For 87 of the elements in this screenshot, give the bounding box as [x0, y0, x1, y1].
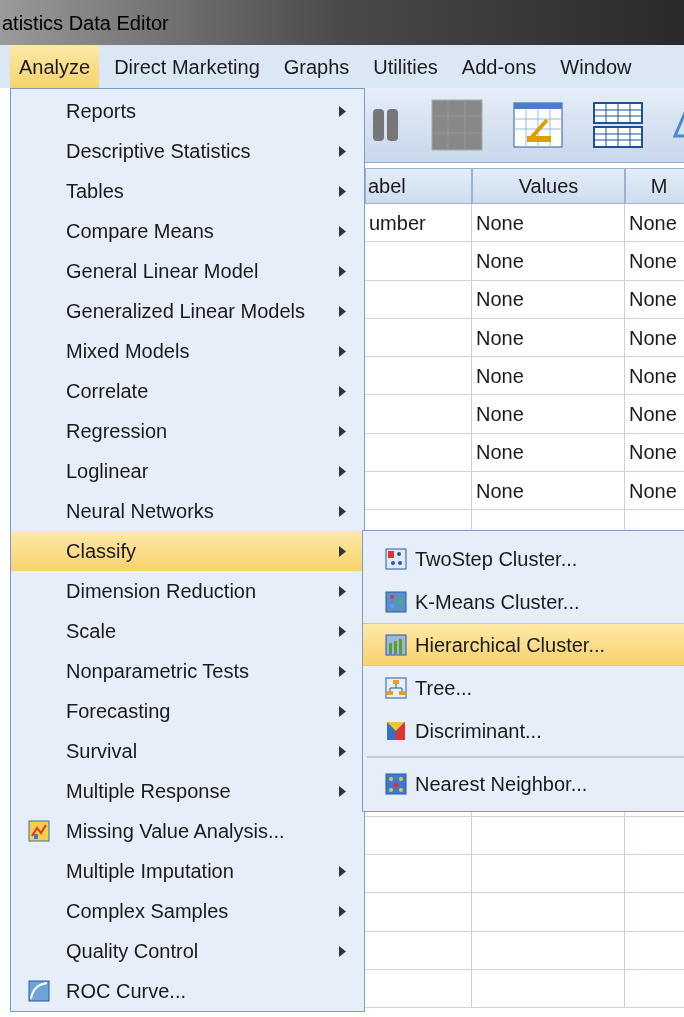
- submenu-arrow-icon: [339, 225, 346, 237]
- table-cell: None: [472, 433, 625, 473]
- menu-item[interactable]: Dimension Reduction: [11, 571, 364, 611]
- submenu-arrow-icon: [339, 145, 346, 157]
- table-cell: None: [625, 395, 684, 434]
- spreadsheet-icon[interactable]: [513, 102, 563, 148]
- menu-item[interactable]: Nearest Neighbor...: [363, 762, 684, 805]
- menu-bar-item[interactable]: Utilities: [364, 45, 447, 88]
- submenu-arrow-icon: [339, 945, 346, 957]
- menu-item[interactable]: Tables: [11, 171, 364, 211]
- table-cell: None: [472, 242, 625, 281]
- menu-item[interactable]: Multiple Response: [11, 771, 364, 811]
- menu-item[interactable]: Complex Samples: [11, 891, 364, 931]
- menu-bar-item[interactable]: Direct Marketing: [105, 45, 269, 88]
- split-icon: [385, 719, 407, 742]
- column-header[interactable]: abel: [365, 168, 472, 204]
- column-header[interactable]: M: [625, 168, 684, 204]
- menu-item[interactable]: General Linear Model: [11, 251, 364, 291]
- menu-item[interactable]: Survival: [11, 731, 364, 771]
- submenu-arrow-icon: [339, 425, 346, 437]
- menu-item[interactable]: Missing Value Analysis...: [11, 811, 364, 851]
- tree-icon: [385, 676, 407, 699]
- menu-item[interactable]: Compare Means: [11, 211, 364, 251]
- table-cell: None: [625, 472, 684, 511]
- submenu-arrow-icon: [339, 505, 346, 517]
- submenu-arrow-icon: [339, 865, 346, 877]
- submenu-arrow-icon: [339, 105, 346, 117]
- table-cell: None: [472, 472, 625, 511]
- table-cell: None: [472, 204, 625, 243]
- menu-item[interactable]: Forecasting: [11, 691, 364, 731]
- menu-item[interactable]: Neural Networks: [11, 491, 364, 531]
- table-cell: None: [625, 242, 684, 281]
- dots-icon: [385, 547, 407, 570]
- table-cell: None: [625, 357, 684, 396]
- submenu-arrow-icon: [339, 385, 346, 397]
- table-cell: None: [625, 318, 684, 358]
- menu-item[interactable]: Correlate: [11, 371, 364, 411]
- table-cell: None: [472, 280, 625, 319]
- menu-item[interactable]: K-Means Cluster...: [363, 580, 684, 623]
- curve-icon: [27, 980, 50, 1002]
- table-cell: None: [625, 433, 684, 473]
- submenu-arrow-icon: [339, 705, 346, 717]
- menu-item[interactable]: Mixed Models: [11, 331, 364, 371]
- submenu-arrow-icon: [339, 905, 346, 917]
- menu-item[interactable]: Quality Control: [11, 931, 364, 971]
- menu-item[interactable]: Tree...: [363, 666, 684, 709]
- menu-item[interactable]: Discriminant...: [363, 709, 684, 752]
- submenu-arrow-icon: [339, 345, 346, 357]
- menu-item[interactable]: Descriptive Statistics: [11, 131, 364, 171]
- table-cell: None: [625, 204, 684, 243]
- menu-item[interactable]: Regression: [11, 411, 364, 451]
- menu-item[interactable]: TwoStep Cluster...: [363, 537, 684, 580]
- menu-item[interactable]: Reports: [11, 91, 364, 131]
- chart-icon: [27, 820, 50, 842]
- window-title: atistics Data Editor: [1, 10, 169, 36]
- menu-bar-item[interactable]: Window: [551, 45, 641, 88]
- cluster-icon: [385, 590, 407, 613]
- grid-icon[interactable]: [431, 99, 483, 151]
- menu-item[interactable]: Generalized Linear Models: [11, 291, 364, 331]
- submenu-arrow-icon: [339, 305, 346, 317]
- submenu-arrow-icon: [339, 465, 346, 477]
- menu-item[interactable]: Nonparametric Tests: [11, 651, 364, 691]
- table-cell: None: [472, 357, 625, 396]
- menu-item[interactable]: Multiple Imputation: [11, 851, 364, 891]
- submenu-arrow-icon: [339, 185, 346, 197]
- submenu-arrow-icon: [339, 625, 346, 637]
- menu-item[interactable]: Hierarchical Cluster...: [363, 623, 684, 666]
- menu-bar-item[interactable]: Graphs: [274, 45, 359, 88]
- points-icon: [385, 772, 407, 795]
- table-cell: None: [625, 280, 684, 319]
- table-cell: None: [472, 318, 625, 358]
- table-icon[interactable]: [593, 102, 643, 148]
- submenu-arrow-icon: [339, 265, 346, 277]
- submenu-arrow-icon: [339, 785, 346, 797]
- menu-bar-item[interactable]: Analyze: [10, 45, 100, 88]
- submenu-arrow-icon: [339, 545, 346, 557]
- bar-chart-icon: [385, 633, 407, 656]
- column-header[interactable]: Values: [472, 168, 625, 204]
- table-cell: None: [472, 395, 625, 434]
- submenu-arrow-icon: [339, 585, 346, 597]
- submenu-arrow-icon: [339, 665, 346, 677]
- menu-item[interactable]: Classify: [11, 531, 364, 571]
- menu-item[interactable]: Loglinear: [11, 451, 364, 491]
- menu-item[interactable]: ROC Curve...: [11, 971, 364, 1011]
- submenu-arrow-icon: [339, 745, 346, 757]
- menu-bar-item[interactable]: Add-ons: [452, 45, 546, 88]
- menu-item[interactable]: Scale: [11, 611, 364, 651]
